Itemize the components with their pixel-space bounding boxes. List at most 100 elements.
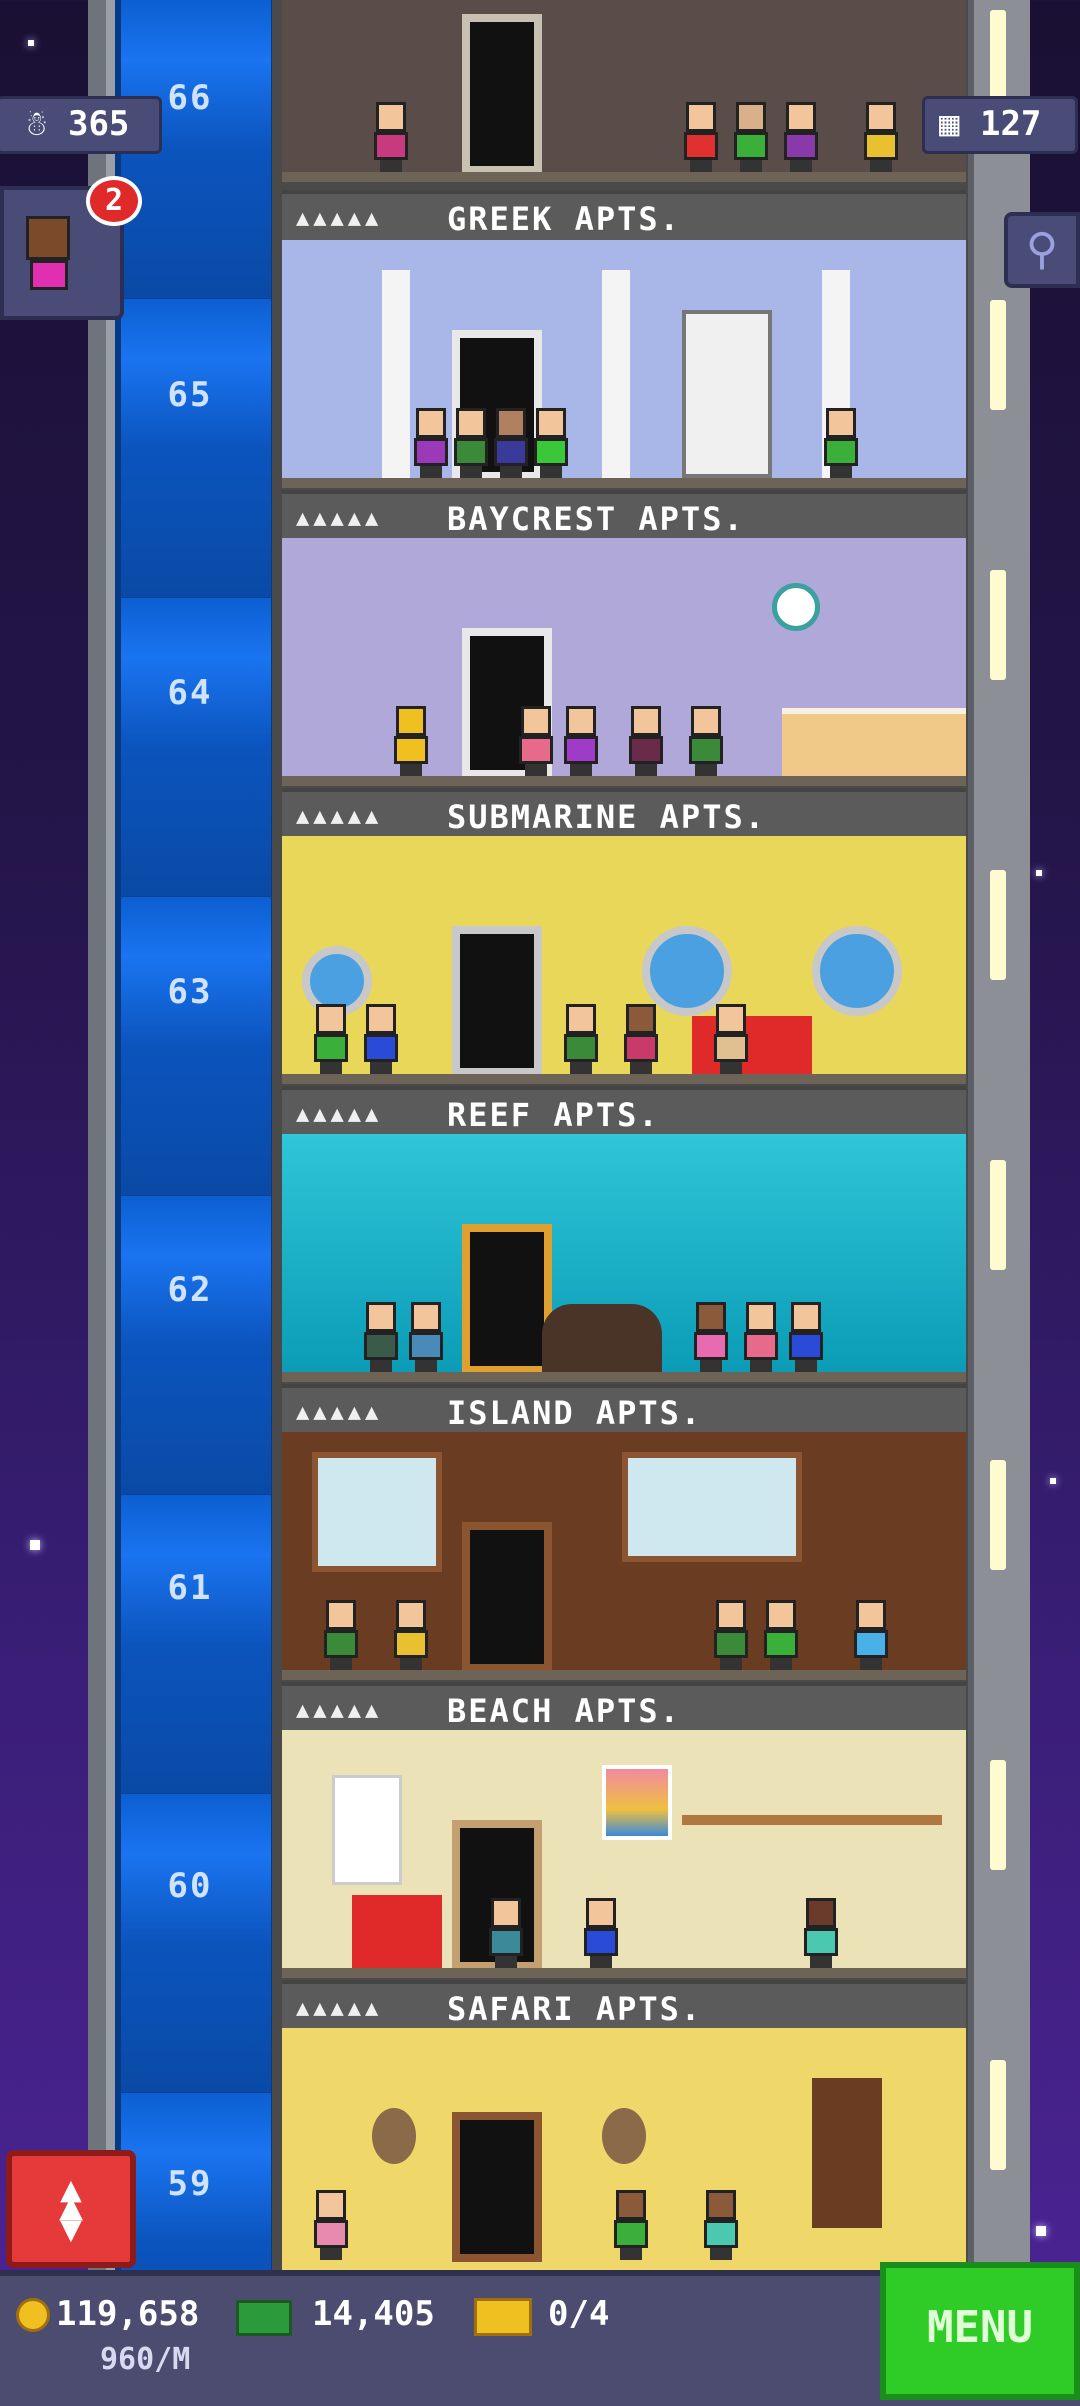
- kitchen-counter: [782, 708, 966, 782]
- floor-label-bar[interactable]: ▲▲▲▲▲ BEACH APTS.: [282, 1682, 966, 1736]
- resident: [852, 1600, 890, 1670]
- floor-door: [452, 2112, 542, 2262]
- floor-door: [462, 1522, 552, 1672]
- resident: [362, 1302, 400, 1372]
- floor-label-bar[interactable]: ▲▲▲▲▲ SUBMARINE APTS.: [282, 788, 966, 842]
- elevator-column[interactable]: [115, 0, 277, 2280]
- floor-60-room[interactable]: [282, 1730, 966, 1978]
- resident: [787, 1302, 825, 1372]
- floor-rating: ▲▲▲▲▲: [296, 1698, 383, 1723]
- resident: [822, 408, 860, 478]
- floor-ground: [282, 172, 966, 182]
- resident: [782, 102, 820, 172]
- badge-count: 2: [104, 183, 124, 218]
- resident: [622, 1004, 660, 1074]
- floor-label-bar[interactable]: ▲▲▲▲▲ ISLAND APTS.: [282, 1384, 966, 1438]
- floor-65-room[interactable]: [282, 240, 966, 488]
- resident: [487, 1898, 525, 1968]
- ticket-icon: [474, 2298, 532, 2336]
- floor-ground: [282, 478, 966, 488]
- floor-66-room[interactable]: [282, 0, 966, 182]
- menu-label: MENU: [927, 2302, 1033, 2353]
- tickets-value: 0/4: [548, 2294, 610, 2334]
- floor-ground: [282, 1968, 966, 1978]
- avatar-body: [30, 260, 68, 290]
- bux-icon: [236, 2300, 292, 2336]
- window: [312, 1452, 442, 1572]
- resident: [687, 706, 725, 776]
- resident: [312, 2190, 350, 2260]
- floor-59-room[interactable]: [282, 2028, 966, 2270]
- floor-label-bar[interactable]: ▲▲▲▲▲ BAYCREST APTS.: [282, 490, 966, 544]
- resident: [682, 102, 720, 172]
- floor-label-bar[interactable]: ▲▲▲▲▲ GREEK APTS.: [282, 190, 966, 244]
- column: [602, 270, 630, 478]
- search-button[interactable]: ⚲: [1004, 212, 1080, 288]
- resident: [712, 1600, 750, 1670]
- resident: [802, 1898, 840, 1968]
- floor-label-bar[interactable]: ▲▲▲▲▲ REEF APTS.: [282, 1086, 966, 1140]
- floor-number: 65: [167, 375, 213, 415]
- resident: [362, 1004, 400, 1074]
- cabinet: [812, 2078, 882, 2228]
- floor-name: BEACH APTS.: [447, 1692, 681, 1730]
- shaft-rail-left: [88, 0, 106, 2280]
- red-armchair: [352, 1895, 442, 1968]
- resident: [762, 1600, 800, 1670]
- resident: [407, 1302, 445, 1372]
- magnifier-icon: ⚲: [1025, 224, 1059, 275]
- red-sofa: [692, 1016, 812, 1074]
- resident: [392, 706, 430, 776]
- population-counter[interactable]: ☃ 365: [0, 96, 162, 154]
- shelf: [682, 1815, 942, 1825]
- floor-62-room[interactable]: [282, 1134, 966, 1382]
- star: [28, 40, 34, 46]
- star: [1036, 2226, 1046, 2236]
- building-floors-icon: ▦: [939, 104, 960, 144]
- resident: [627, 706, 665, 776]
- floor-rating: ▲▲▲▲▲: [296, 1102, 383, 1127]
- porthole: [642, 926, 732, 1016]
- resident: [392, 1600, 430, 1670]
- floors-counter[interactable]: ▦ 127: [922, 96, 1078, 154]
- notification-badge: 2: [86, 176, 142, 226]
- floor-rating: ▲▲▲▲▲: [296, 804, 383, 829]
- window-light: [990, 1760, 1006, 1870]
- floor-name: BAYCREST APTS.: [447, 500, 745, 538]
- porthole: [812, 926, 902, 1016]
- column: [382, 270, 410, 478]
- floor-number: 64: [167, 673, 213, 713]
- resident: [412, 408, 450, 478]
- window-light: [990, 2060, 1006, 2170]
- resident: [492, 408, 530, 478]
- floor-ground: [282, 776, 966, 786]
- floor-63-room[interactable]: [282, 836, 966, 1084]
- resident: [692, 1302, 730, 1372]
- resident: [322, 1600, 360, 1670]
- menu-button[interactable]: MENU: [880, 2262, 1080, 2400]
- floor-61-room[interactable]: [282, 1432, 966, 1680]
- resident: [702, 2190, 740, 2260]
- floor-number: 60: [167, 1866, 213, 1906]
- resident: [372, 102, 410, 172]
- window-light: [990, 1160, 1006, 1270]
- window-light: [990, 1460, 1006, 1570]
- floor-ground: [282, 1670, 966, 1680]
- floor-number: 63: [167, 972, 213, 1012]
- resident: [562, 1004, 600, 1074]
- floor-rating: ▲▲▲▲▲: [296, 1400, 383, 1425]
- floor-rating: ▲▲▲▲▲: [296, 506, 383, 531]
- floor-name: ISLAND APTS.: [447, 1394, 703, 1432]
- window-shutter: [332, 1775, 402, 1885]
- window-light: [990, 570, 1006, 680]
- floor-name: REEF APTS.: [447, 1096, 660, 1134]
- resident: [517, 706, 555, 776]
- star: [1036, 870, 1042, 876]
- window-light: [990, 300, 1006, 410]
- resident: [532, 408, 570, 478]
- floor-64-room[interactable]: [282, 538, 966, 786]
- floors-value: 127: [979, 104, 1042, 144]
- floor-label-bar[interactable]: ▲▲▲▲▲ SAFARI APTS.: [282, 1980, 966, 2034]
- mask: [602, 2108, 646, 2164]
- window: [622, 1452, 802, 1562]
